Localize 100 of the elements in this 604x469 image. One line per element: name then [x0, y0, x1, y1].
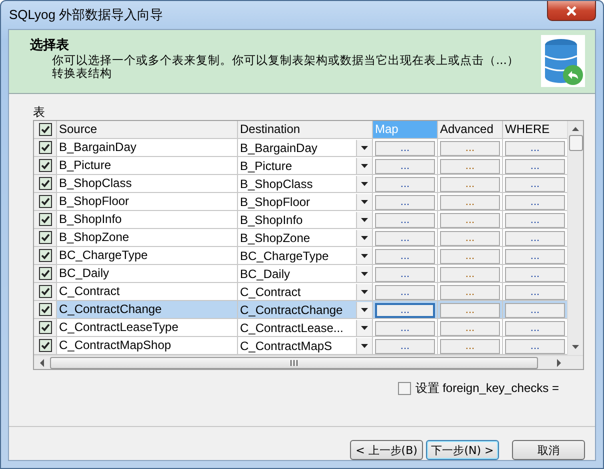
ellipsis-button[interactable]: ... — [505, 159, 565, 174]
checkbox[interactable] — [38, 213, 52, 226]
checkbox[interactable] — [38, 267, 52, 280]
ellipsis-button[interactable]: ... — [440, 249, 500, 264]
table-cell: C_ContractLeaseType — [57, 319, 238, 337]
dropdown-value[interactable]: B_ShopClass — [240, 176, 313, 190]
close-button[interactable] — [547, 1, 596, 21]
ellipsis-button[interactable]: ... — [375, 321, 435, 336]
dropdown-value[interactable]: B_Picture — [240, 158, 292, 172]
dropdown-icon[interactable] — [361, 164, 368, 168]
table-cell: B_BargainDay — [57, 139, 238, 157]
wizard-button[interactable]: < 上一步(B) — [350, 440, 423, 460]
page-title: 选择表 — [30, 36, 70, 54]
ellipsis-button[interactable]: ... — [375, 303, 435, 318]
dropdown-value[interactable]: B_ShopZone — [240, 230, 310, 244]
table-cell: C_ContractChange — [57, 301, 238, 319]
column-header[interactable]: Source — [57, 121, 238, 139]
checkbox[interactable] — [38, 141, 52, 154]
ellipsis-button[interactable]: ... — [505, 321, 565, 336]
dropdown-icon[interactable] — [361, 326, 368, 330]
scroll-thumb[interactable] — [50, 356, 538, 368]
ellipsis-button[interactable]: ... — [375, 213, 435, 228]
ellipsis-button[interactable]: ... — [375, 177, 435, 192]
ellipsis-button[interactable]: ... — [375, 249, 435, 264]
dropdown-icon[interactable] — [361, 146, 368, 150]
ellipsis-button[interactable]: ... — [440, 267, 500, 282]
table-cell: B_Picture — [57, 157, 238, 175]
arrow-up-icon[interactable] — [572, 127, 579, 131]
column-header[interactable]: Advanced — [438, 121, 503, 139]
checkbox[interactable] — [38, 285, 52, 298]
dropdown-value[interactable]: C_Contract — [240, 284, 301, 298]
ellipsis-button[interactable]: ... — [505, 213, 565, 228]
column-header[interactable]: Destination — [238, 121, 373, 139]
ellipsis-button[interactable]: ... — [505, 195, 565, 210]
horizontal-scrollbar[interactable] — [34, 355, 583, 369]
dropdown-value[interactable]: B_ShopFloor — [240, 194, 310, 208]
ellipsis-button[interactable]: ... — [375, 267, 435, 282]
ellipsis-button[interactable]: ... — [440, 285, 500, 300]
checkbox[interactable] — [38, 339, 52, 352]
dropdown-icon[interactable] — [361, 218, 368, 222]
ellipsis-button[interactable]: ... — [375, 141, 435, 156]
ellipsis-button[interactable]: ... — [505, 177, 565, 192]
wizard-button[interactable]: 取消 — [512, 440, 585, 460]
ellipsis-button[interactable]: ... — [375, 159, 435, 174]
ellipsis-button[interactable]: ... — [505, 231, 565, 246]
checkbox[interactable] — [38, 321, 52, 334]
checkbox[interactable] — [38, 231, 52, 244]
ellipsis-button[interactable]: ... — [440, 159, 500, 174]
ellipsis-button[interactable]: ... — [440, 195, 500, 210]
dropdown-value[interactable]: BC_ChargeType — [240, 248, 329, 262]
dropdown-icon[interactable] — [361, 200, 368, 204]
ellipsis-button[interactable]: ... — [505, 267, 565, 282]
dropdown-value[interactable]: C_ContractLease... — [240, 320, 344, 334]
wizard-button[interactable]: 下一步(N) > — [426, 440, 499, 460]
table-cell: B_ShopZone — [57, 229, 238, 247]
ellipsis-button[interactable]: ... — [440, 213, 500, 228]
dropdown-value[interactable]: B_ShopInfo — [240, 212, 303, 226]
ellipsis-button[interactable]: ... — [375, 231, 435, 246]
checkbox[interactable] — [38, 123, 52, 136]
dropdown-value[interactable]: C_ContractMapS — [240, 338, 332, 352]
dropdown-icon[interactable] — [361, 344, 368, 348]
ellipsis-button[interactable]: ... — [505, 285, 565, 300]
dropdown-icon[interactable] — [361, 182, 368, 186]
dropdown-icon[interactable] — [361, 254, 368, 258]
arrow-down-icon[interactable] — [572, 345, 579, 349]
ellipsis-button[interactable]: ... — [505, 303, 565, 318]
scroll-thumb[interactable] — [568, 135, 582, 151]
ellipsis-button[interactable]: ... — [505, 339, 565, 354]
dropdown-icon[interactable] — [361, 272, 368, 276]
ellipsis-button[interactable]: ... — [440, 303, 500, 318]
ellipsis-button[interactable]: ... — [505, 249, 565, 264]
table-cell: B_ShopClass — [57, 175, 238, 193]
ellipsis-button[interactable]: ... — [375, 195, 435, 210]
ellipsis-button[interactable]: ... — [440, 177, 500, 192]
dropdown-value[interactable]: B_BargainDay — [240, 140, 318, 154]
section-label: 表 — [33, 104, 46, 120]
table-cell: B_ShopFloor — [57, 193, 238, 211]
ellipsis-button[interactable]: ... — [375, 339, 435, 354]
ellipsis-button[interactable]: ... — [440, 321, 500, 336]
close-icon[interactable] — [566, 6, 577, 16]
option-label: 设置 foreign_key_checks = — [415, 380, 559, 397]
checkbox[interactable] — [38, 195, 52, 208]
ellipsis-button[interactable]: ... — [440, 231, 500, 246]
dropdown-icon[interactable] — [361, 236, 368, 240]
vertical-scrollbar[interactable] — [567, 121, 583, 355]
dropdown-value[interactable]: BC_Daily — [240, 266, 290, 280]
column-header[interactable]: WHERE — [503, 121, 568, 139]
ellipsis-button[interactable]: ... — [505, 141, 565, 156]
checkbox[interactable] — [38, 159, 52, 172]
window-title: SQLyog 外部数据导入向导 — [8, 6, 164, 24]
checkbox[interactable] — [38, 303, 52, 316]
checkbox[interactable] — [38, 249, 52, 262]
ellipsis-button[interactable]: ... — [440, 141, 500, 156]
ellipsis-button[interactable]: ... — [375, 285, 435, 300]
ellipsis-button[interactable]: ... — [440, 339, 500, 354]
checkbox[interactable] — [38, 177, 52, 190]
grip-icon — [290, 360, 298, 366]
checkbox[interactable] — [398, 382, 412, 395]
dropdown-icon[interactable] — [361, 308, 368, 312]
dropdown-icon[interactable] — [361, 290, 368, 294]
